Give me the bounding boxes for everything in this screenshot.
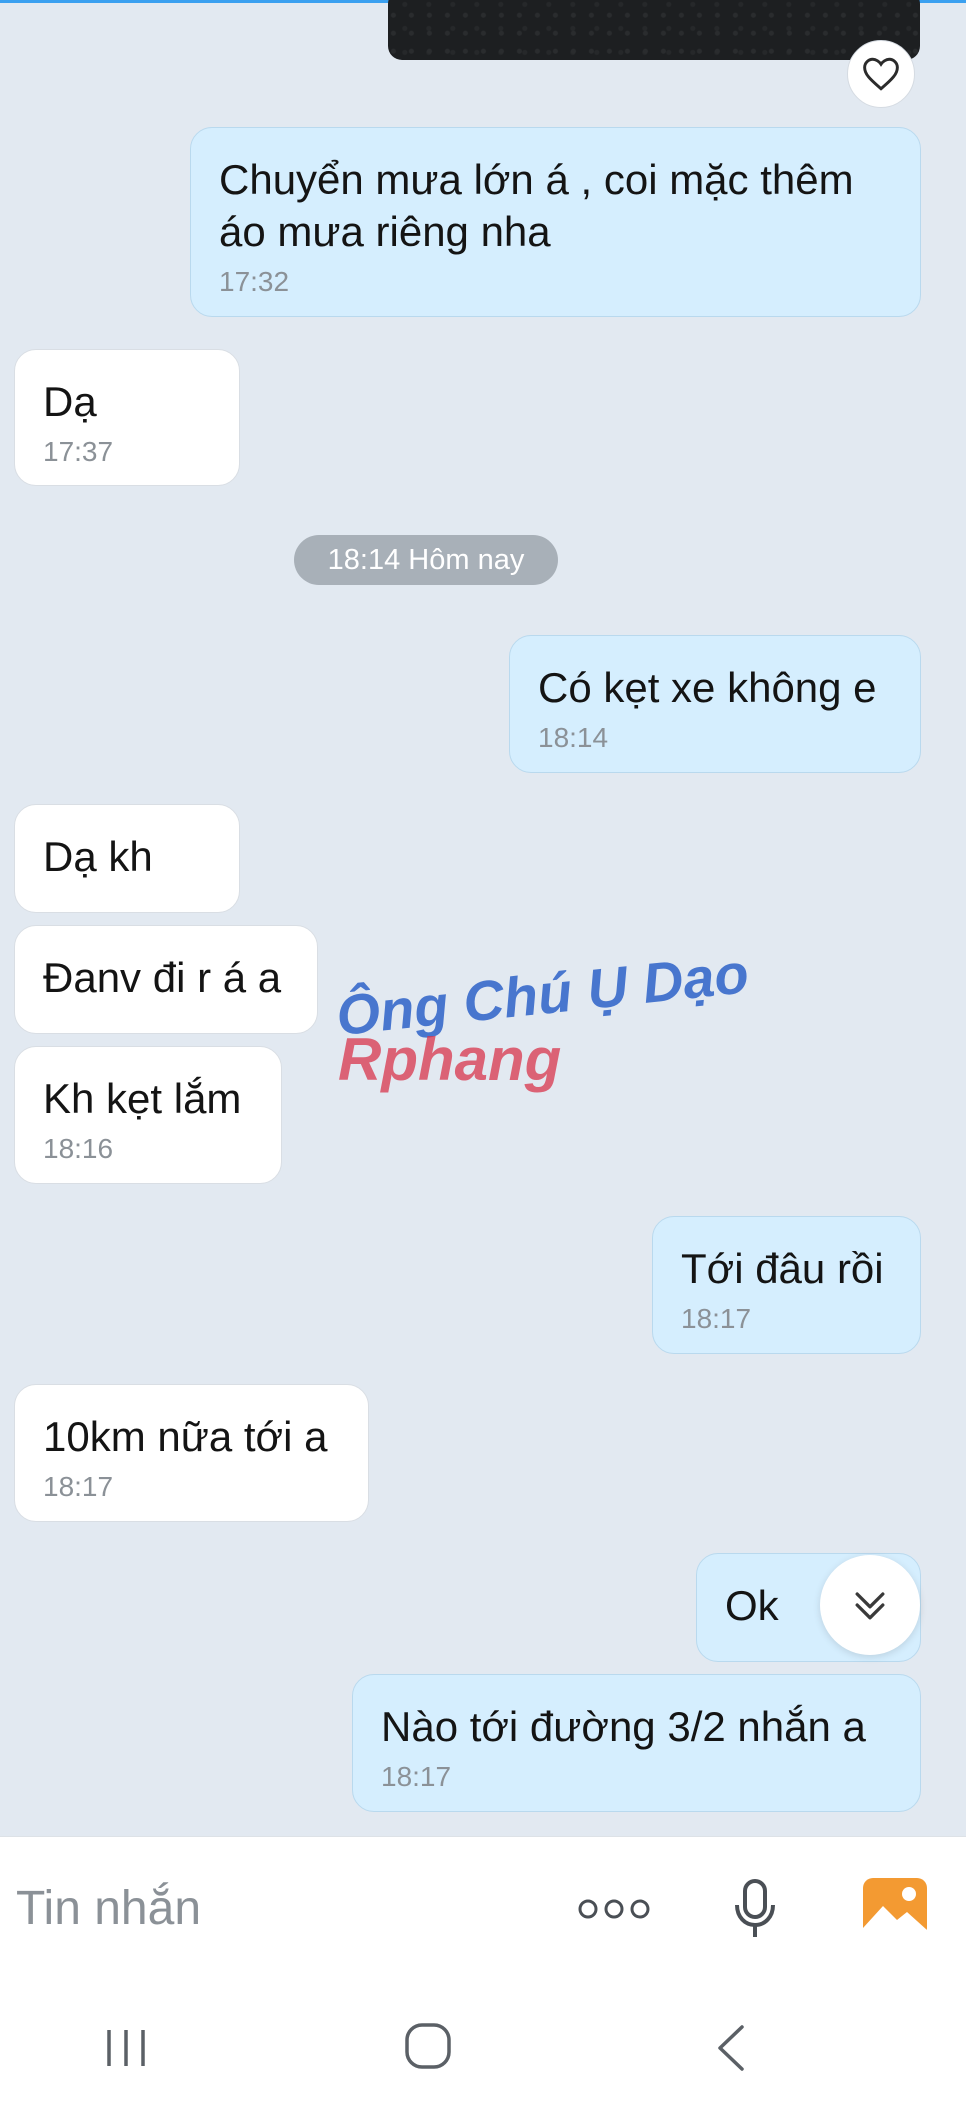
home-nav-icon[interactable] [396, 2014, 460, 2078]
message-incoming[interactable]: Dạ kh [14, 804, 240, 913]
message-incoming[interactable]: Dạ 17:37 [14, 349, 240, 486]
watermark: Ông Chú Ụ Dạo Rphang [333, 941, 751, 1093]
more-dots-icon[interactable] [572, 1877, 656, 1941]
image-message[interactable] [388, 0, 920, 60]
heart-icon[interactable] [847, 40, 915, 108]
message-time: 17:32 [219, 266, 290, 297]
message-incoming[interactable]: 10km nữa tới a 18:17 [14, 1384, 369, 1522]
recents-nav-icon[interactable] [96, 2018, 156, 2078]
back-nav-icon[interactable] [702, 2018, 758, 2078]
message-time: 17:37 [43, 436, 114, 467]
message-time: 18:16 [43, 1133, 114, 1164]
double-chevron-down-icon[interactable] [820, 1555, 920, 1655]
message-outgoing[interactable]: Có kẹt xe không e 18:14 [509, 635, 921, 773]
system-nav-bar [0, 1978, 966, 2108]
message-text: Dạ kh [43, 833, 153, 880]
microphone-icon[interactable] [720, 1869, 790, 1949]
message-input[interactable]: Tin nhắn [16, 1881, 201, 1936]
message-text: Dạ [43, 378, 97, 425]
message-time: 18:17 [681, 1303, 752, 1334]
message-incoming[interactable]: Đanv đi r á a [14, 925, 318, 1034]
message-text: Kh kẹt lắm [43, 1075, 242, 1122]
date-separator: 18:14 Hôm nay [294, 535, 558, 585]
message-text: Chuyển mưa lớn á , coi mặc thêm [219, 156, 854, 203]
message-time: 18:14 [538, 722, 609, 753]
watermark-line2: Rphang [338, 1026, 561, 1093]
message-time: 18:17 [43, 1471, 114, 1502]
message-incoming[interactable]: Kh kẹt lắm 18:16 [14, 1046, 282, 1184]
message-composer: Tin nhắn [0, 1836, 966, 1979]
message-text: 10km nữa tới a [43, 1413, 328, 1460]
image-gallery-icon[interactable] [860, 1875, 930, 1941]
message-outgoing[interactable]: Nào tới đường 3/2 nhắn a 18:17 [352, 1674, 921, 1812]
message-text: Có kẹt xe không e [538, 664, 877, 711]
message-text: Đanv đi r á a [43, 954, 282, 1001]
message-outgoing[interactable]: Chuyển mưa lớn á , coi mặc thêm áo mưa r… [190, 127, 921, 317]
message-text: Tới đâu rồi [681, 1245, 884, 1292]
message-text-line2: áo mưa riêng nha [219, 208, 551, 255]
chat-area: Chuyển mưa lớn á , coi mặc thêm áo mưa r… [0, 0, 966, 1836]
message-text: Nào tới đường 3/2 nhắn a [381, 1703, 866, 1750]
message-outgoing[interactable]: Tới đâu rồi 18:17 [652, 1216, 921, 1354]
message-time: 18:17 [381, 1761, 452, 1792]
